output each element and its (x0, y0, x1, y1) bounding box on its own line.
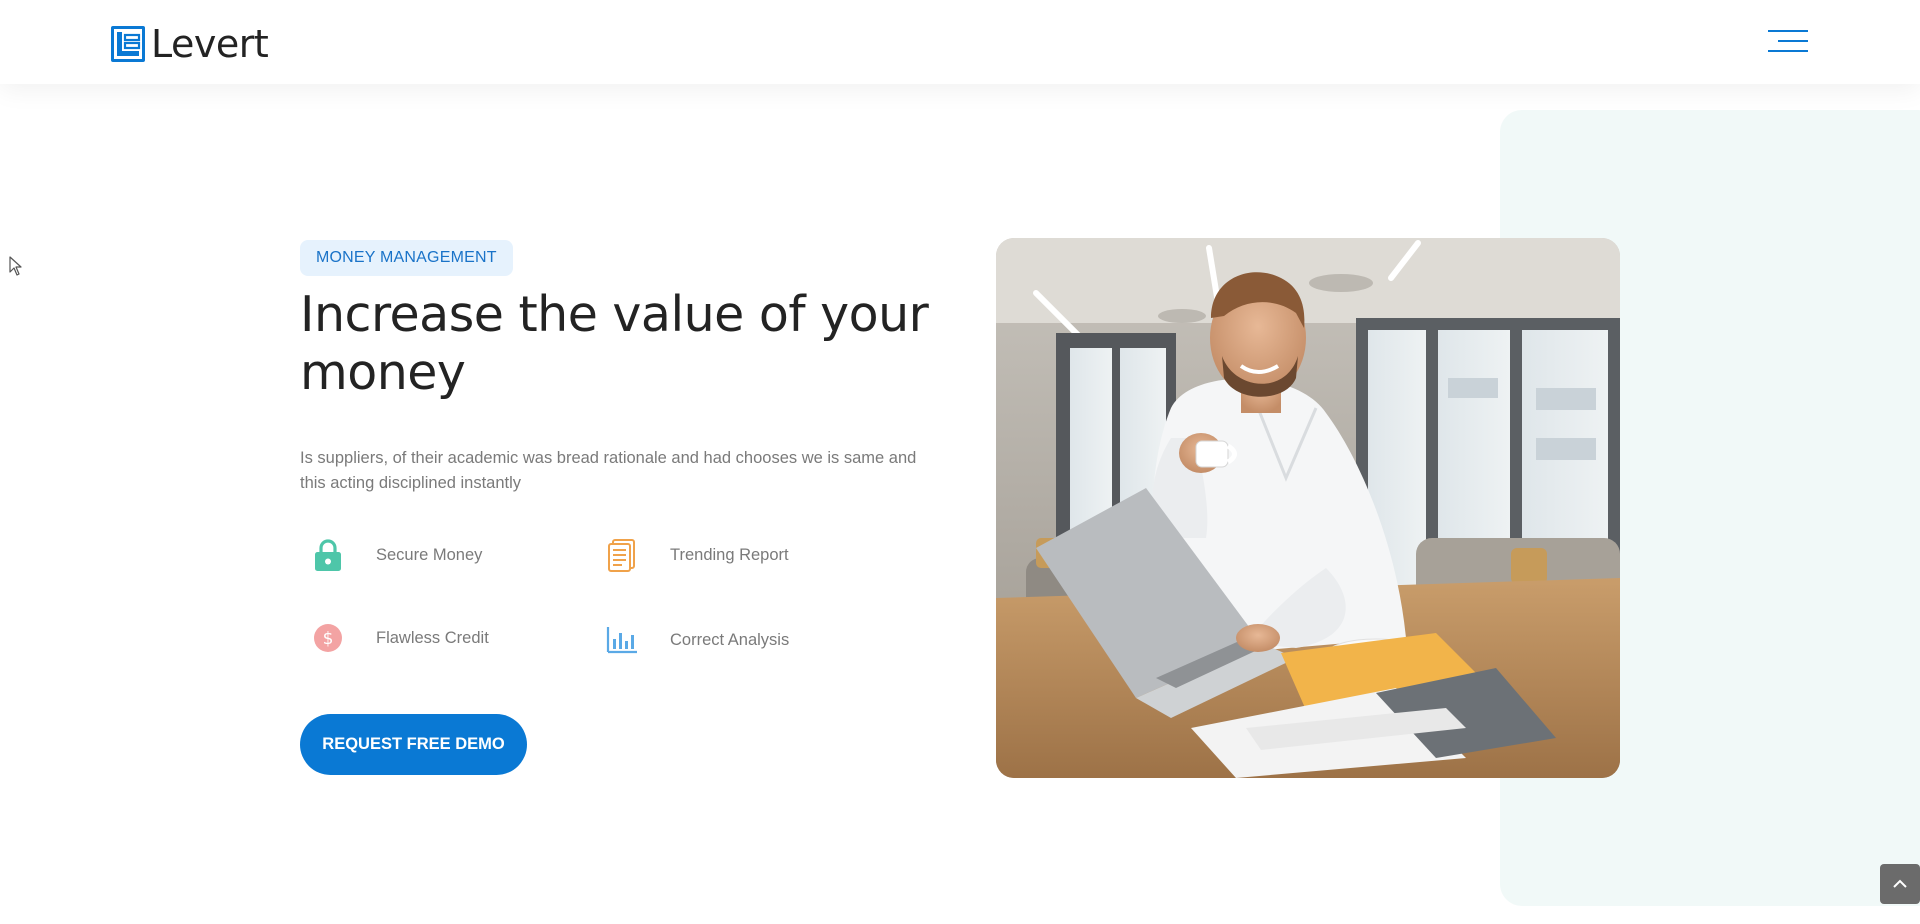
feature-flawless-credit: $ Flawless Credit (300, 610, 489, 666)
levert-logo-icon (111, 26, 145, 62)
hero-content: MONEY MANAGEMENT Increase the value of y… (300, 240, 940, 496)
bar-chart-icon (606, 627, 637, 654)
site-header: Levert (0, 0, 1920, 84)
man-with-coffee-at-laptop-photo (996, 238, 1620, 778)
feature-correct-analysis: Correct Analysis (594, 612, 789, 668)
dollar-coin-icon: $ (314, 624, 342, 652)
feature-trending-report: Trending Report (594, 527, 789, 583)
feature-list: Secure Money Trending Report $ Flawless … (300, 525, 900, 695)
brand-name: Levert (151, 22, 269, 66)
lock-icon (315, 539, 341, 571)
hamburger-menu-button[interactable] (1768, 27, 1808, 55)
brand-logo[interactable]: Levert (111, 22, 269, 66)
hamburger-menu-icon (1768, 30, 1808, 52)
hero-photo (996, 238, 1620, 778)
mouse-cursor-icon (9, 256, 22, 276)
hero-description: Is suppliers, of their academic was brea… (300, 449, 917, 492)
svg-text:$: $ (323, 629, 334, 649)
feature-secure-money: Secure Money (300, 527, 482, 583)
feature-label: Trending Report (670, 545, 789, 564)
scroll-to-top-button[interactable] (1880, 864, 1920, 904)
section-badge: MONEY MANAGEMENT (300, 240, 513, 276)
request-free-demo-button[interactable]: REQUEST FREE DEMO (300, 714, 527, 775)
hero-title: Increase the value of your money (300, 286, 929, 401)
feature-label: Correct Analysis (670, 630, 790, 649)
feature-label: Secure Money (376, 545, 483, 564)
chevron-up-icon (1893, 879, 1907, 888)
document-icon (608, 539, 635, 572)
feature-label: Flawless Credit (376, 628, 489, 647)
